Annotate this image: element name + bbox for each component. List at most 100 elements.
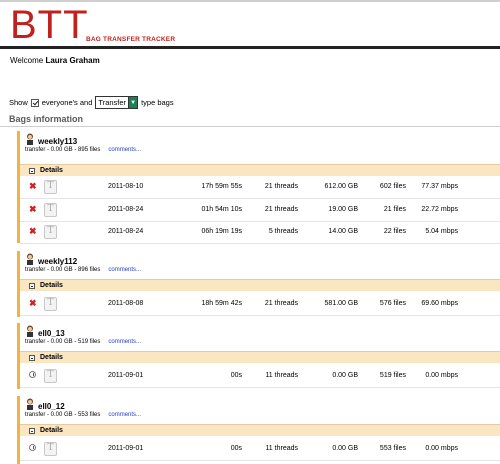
delete-icon[interactable]: ✖ bbox=[29, 182, 37, 191]
transfer-size: 14.00 GB bbox=[328, 228, 358, 235]
header-divider bbox=[0, 46, 500, 49]
collapse-icon[interactable] bbox=[29, 282, 35, 289]
transfer-date: 2011-08-10 bbox=[108, 183, 144, 190]
bag-card: ell0_12 transfer - 0.00 GB - 553 files co… bbox=[17, 396, 500, 464]
user-name: Laura Graham bbox=[45, 56, 100, 65]
bag-filter: Show everyone's and Transfer ▼ type bags bbox=[9, 96, 174, 109]
transfer-threads: 21 threads bbox=[264, 183, 298, 190]
transfer-duration: 17h 59m 55s bbox=[201, 183, 242, 190]
logo-subtitle: BAG TRANSFER TRACKER bbox=[86, 36, 176, 43]
comments-link[interactable]: comments... bbox=[108, 339, 141, 345]
transfer-row: T 2011-09-01 00s 11 threads 0.00 GB 519 … bbox=[20, 365, 500, 388]
comments-link[interactable]: comments... bbox=[108, 147, 141, 153]
delete-icon[interactable]: ✖ bbox=[29, 227, 37, 236]
details-label: Details bbox=[40, 354, 63, 361]
show-label: Show bbox=[9, 98, 28, 107]
bag-card: ell0_13 transfer - 0.00 GB - 519 files co… bbox=[17, 323, 500, 389]
bag-type-select[interactable]: Transfer ▼ bbox=[95, 96, 139, 109]
details-toggle[interactable]: Details bbox=[20, 164, 500, 176]
chevron-down-icon[interactable]: ▼ bbox=[128, 97, 138, 108]
section-title: Bags information bbox=[9, 114, 84, 124]
bag-meta: transfer - 0.00 GB - 895 files comments..… bbox=[25, 147, 141, 153]
comments-link[interactable]: comments... bbox=[108, 267, 141, 273]
bag-meta: transfer - 0.00 GB - 553 files comments..… bbox=[25, 412, 141, 418]
transfer-size: 612.00 GB bbox=[324, 183, 358, 190]
delete-icon[interactable]: ✖ bbox=[29, 205, 37, 214]
transfer-threads: 21 threads bbox=[264, 206, 298, 213]
transfer-date: 2011-08-24 bbox=[108, 206, 144, 213]
bag-summary: transfer - 0.00 GB - 553 files bbox=[25, 412, 101, 418]
transfer-size: 0.00 GB bbox=[332, 372, 358, 379]
transfer-files: 553 files bbox=[379, 445, 406, 452]
transfer-files: 519 files bbox=[379, 372, 406, 379]
welcome-message: Welcome Laura Graham bbox=[10, 56, 100, 65]
transfer-duration: 18h 59m 42s bbox=[201, 300, 242, 307]
delete-icon[interactable]: ✖ bbox=[29, 299, 37, 308]
clock-icon[interactable] bbox=[29, 444, 36, 451]
transfer-row: ✖ T 2011-08-24 01h 54m 10s 21 threads 19… bbox=[20, 199, 500, 222]
bag-name[interactable]: ell0_13 bbox=[38, 329, 65, 338]
bag-name[interactable]: weekly112 bbox=[38, 257, 77, 266]
transfer-threads: 21 threads bbox=[264, 300, 298, 307]
transfer-duration: 00s bbox=[230, 445, 242, 452]
comments-link[interactable]: comments... bbox=[108, 412, 141, 418]
transfer-icon[interactable]: T bbox=[44, 369, 57, 383]
transfer-rate: 0.00 mbps bbox=[425, 445, 458, 452]
bag-meta: transfer - 0.00 GB - 896 files comments..… bbox=[25, 267, 141, 273]
transfer-row: ✖ T 2011-08-10 17h 59m 55s 21 threads 61… bbox=[20, 176, 500, 199]
transfer-icon[interactable]: T bbox=[44, 225, 57, 239]
everyone-label: everyone's and bbox=[41, 98, 93, 107]
collapse-icon[interactable] bbox=[29, 427, 35, 434]
transfer-row: T 2011-09-01 00s 11 threads 0.00 GB 553 … bbox=[20, 438, 500, 461]
bag-card: weekly113 transfer - 0.00 GB - 895 files… bbox=[17, 131, 500, 244]
collapse-icon[interactable] bbox=[29, 354, 35, 361]
type-bags-label: type bags bbox=[141, 98, 174, 107]
transfer-files: 22 files bbox=[383, 228, 406, 235]
bag-summary: transfer - 0.00 GB - 896 files bbox=[25, 267, 101, 273]
transfer-rate: 0.00 mbps bbox=[425, 372, 458, 379]
transfer-files: 21 files bbox=[383, 206, 406, 213]
transfer-size: 581.00 GB bbox=[324, 300, 358, 307]
transfer-duration: 06h 19m 19s bbox=[201, 228, 242, 235]
top-border bbox=[0, 0, 500, 2]
details-toggle[interactable]: Details bbox=[20, 424, 500, 436]
transfer-files: 576 files bbox=[379, 300, 406, 307]
collapse-icon[interactable] bbox=[29, 167, 35, 174]
clock-icon[interactable] bbox=[29, 371, 36, 378]
details-toggle[interactable]: Details bbox=[20, 279, 500, 291]
transfer-date: 2011-08-24 bbox=[108, 228, 144, 235]
transfer-threads: 5 threads bbox=[268, 228, 298, 235]
transfer-icon[interactable]: T bbox=[44, 442, 57, 456]
transfer-icon[interactable]: T bbox=[44, 297, 57, 311]
bag-name[interactable]: ell0_12 bbox=[38, 402, 65, 411]
bag-user-icon bbox=[27, 325, 33, 337]
transfer-icon[interactable]: T bbox=[44, 180, 57, 194]
transfer-rate: 22.72 mbps bbox=[421, 206, 458, 213]
transfer-rate: 69.60 mbps bbox=[421, 300, 458, 307]
bag-card: weekly112 transfer - 0.00 GB - 896 files… bbox=[17, 251, 500, 317]
bag-user-icon bbox=[27, 133, 33, 145]
bag-user-icon bbox=[27, 253, 33, 265]
details-label: Details bbox=[40, 427, 63, 434]
bag-name[interactable]: weekly113 bbox=[38, 137, 77, 146]
transfer-threads: 11 threads bbox=[265, 445, 298, 452]
transfer-row: ✖ T 2011-08-24 06h 19m 19s 5 threads 14.… bbox=[20, 221, 500, 244]
transfer-date: 2011-09-01 bbox=[108, 372, 144, 379]
transfer-date: 2011-09-01 bbox=[108, 445, 144, 452]
transfer-threads: 11 threads bbox=[265, 372, 298, 379]
everyone-checkbox[interactable] bbox=[30, 98, 39, 107]
details-label: Details bbox=[40, 282, 63, 289]
transfer-size: 0.00 GB bbox=[332, 445, 358, 452]
transfer-row: ✖ T 2011-08-08 18h 59m 42s 21 threads 58… bbox=[20, 293, 500, 316]
transfer-rate: 5.04 mbps bbox=[425, 228, 458, 235]
transfer-rate: 77.37 mbps bbox=[421, 183, 458, 190]
bag-summary: transfer - 0.00 GB - 895 files bbox=[25, 147, 101, 153]
transfer-duration: 01h 54m 10s bbox=[201, 206, 242, 213]
section-divider bbox=[0, 126, 500, 127]
details-toggle[interactable]: Details bbox=[20, 351, 500, 363]
transfer-icon[interactable]: T bbox=[44, 203, 57, 217]
bag-user-icon bbox=[27, 398, 33, 410]
details-label: Details bbox=[40, 167, 63, 174]
welcome-prefix: Welcome bbox=[10, 56, 44, 65]
transfer-duration: 00s bbox=[230, 372, 242, 379]
